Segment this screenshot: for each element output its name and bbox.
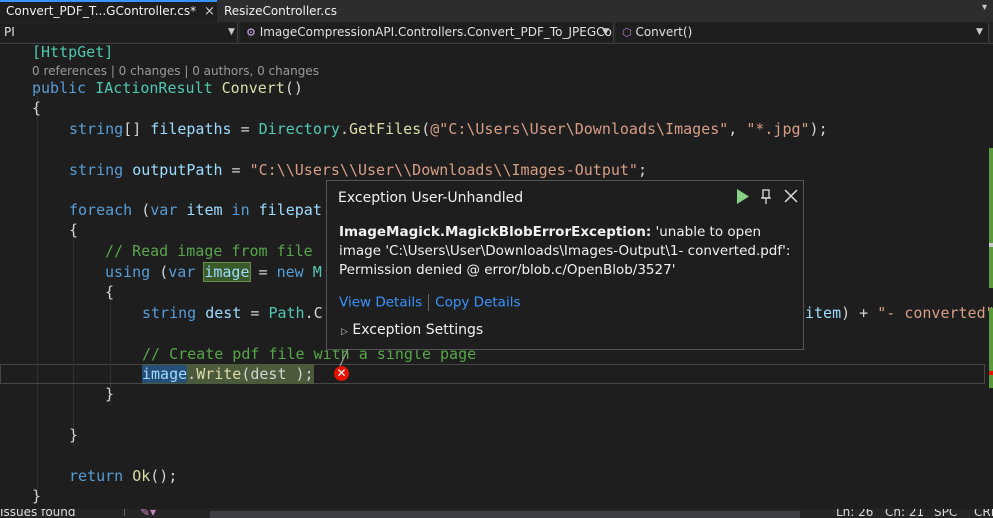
- member-dropdown-value: Convert(): [635, 25, 693, 39]
- exception-title: Exception User-Unhandled: [338, 190, 524, 206]
- code-comment: // Read image from file: [105, 242, 313, 260]
- code-line-tail: item) + "- converted": [805, 304, 993, 322]
- code-line: string outputPath = "C:\\Users\\User\\Do…: [69, 161, 647, 179]
- pin-icon[interactable]: [760, 189, 772, 205]
- member-dropdown[interactable]: ⬡ Convert() ▼: [616, 23, 989, 42]
- continue-play-icon[interactable]: [736, 189, 750, 204]
- codelens-info[interactable]: 0 references | 0 changes | 0 authors, 0 …: [32, 64, 319, 78]
- class-icon: ⚙: [246, 26, 256, 39]
- scrollbar-change-marker: [989, 308, 993, 388]
- chevron-down-icon: ▼: [976, 27, 983, 37]
- exception-links: View Details Copy Details: [339, 294, 520, 311]
- project-dropdown[interactable]: PI ▼: [0, 23, 238, 42]
- indent-mode[interactable]: SPC: [934, 509, 957, 518]
- scrollbar-change-marker: [989, 148, 993, 288]
- close-icon[interactable]: [784, 189, 798, 203]
- code-line: [HttpGet]: [32, 43, 114, 61]
- copy-details-link[interactable]: Copy Details: [435, 295, 520, 311]
- status-bar: Issues found ✎▾ Ln: 26 Ch: 21 SPC CRLF: [0, 509, 993, 518]
- expand-triangle-icon: ▷: [341, 327, 348, 337]
- code-line: }: [32, 487, 42, 505]
- code-line: }: [69, 426, 79, 444]
- code-line: foreach (var item in filepat: [69, 201, 322, 219]
- tab-label: ResizeController.cs: [224, 4, 338, 18]
- code-line: return Ok();: [69, 467, 178, 485]
- class-dropdown[interactable]: ⚙ ImageCompressionAPI.Controllers.Conver…: [240, 23, 614, 42]
- line-ending[interactable]: CRLF: [974, 509, 993, 518]
- view-details-link[interactable]: View Details: [339, 295, 422, 311]
- exception-type: ImageMagick.MagickBlobErrorException:: [339, 224, 652, 240]
- horizontal-scrollbar[interactable]: [210, 511, 800, 518]
- code-line: string dest = Path.C: [142, 304, 323, 322]
- code-line: string[] filepaths = Directory.GetFiles(…: [69, 120, 828, 138]
- navigation-bar: PI ▼ ⚙ ImageCompressionAPI.Controllers.C…: [0, 22, 993, 44]
- indent-guide: [37, 89, 38, 497]
- tab-label: Convert_PDF_T...GController.cs*: [6, 4, 197, 18]
- chevron-down-icon: ▼: [602, 27, 609, 37]
- exception-message: ImageMagick.MagickBlobErrorException: 'u…: [339, 223, 794, 280]
- code-line: {: [69, 221, 79, 239]
- brush-icon[interactable]: ✎▾: [140, 509, 156, 518]
- highlighted-reference: image: [203, 262, 251, 282]
- close-tab-icon[interactable]: ×: [204, 2, 215, 21]
- current-statement: image.Write(dest );: [142, 364, 314, 384]
- class-dropdown-value: ImageCompressionAPI.Controllers.Convert_…: [259, 25, 614, 39]
- code-line: {: [32, 99, 42, 117]
- document-tab-bar: Convert_PDF_T...GController.cs* × Resize…: [0, 0, 993, 22]
- status-divider: [124, 509, 125, 516]
- exception-helper-popup: Exception User-Unhandled ImageMagick.Mag…: [326, 180, 804, 350]
- column-number: Ch: 21: [885, 509, 925, 518]
- chevron-down-icon: ▼: [228, 27, 235, 37]
- project-dropdown-value: PI: [4, 25, 15, 39]
- tab-overflow-chevron-icon[interactable]: ▾: [982, 2, 987, 13]
- scrollbar-error-marker: [989, 371, 993, 375]
- tab-convert-controller[interactable]: Convert_PDF_T...GController.cs* ×: [0, 0, 217, 22]
- error-x-icon[interactable]: ✕: [334, 366, 349, 381]
- exception-settings-expander[interactable]: ▷ Exception Settings: [341, 322, 483, 338]
- issues-status[interactable]: Issues found: [0, 509, 76, 518]
- line-number: Ln: 26: [836, 509, 874, 518]
- link-separator: [428, 294, 430, 311]
- indent-guide: [73, 231, 74, 445]
- popup-pointer: [339, 349, 349, 367]
- exception-settings-label: Exception Settings: [352, 322, 484, 338]
- code-line: {: [105, 283, 115, 301]
- code-line: }: [105, 385, 115, 403]
- scrollbar-caret-marker: [989, 243, 993, 247]
- method-cube-icon: ⬡: [622, 26, 632, 39]
- code-line: public IActionResult Convert(): [32, 79, 303, 97]
- code-line: using (var image = new M: [105, 262, 322, 282]
- tab-resize-controller[interactable]: ResizeController.cs: [218, 0, 338, 22]
